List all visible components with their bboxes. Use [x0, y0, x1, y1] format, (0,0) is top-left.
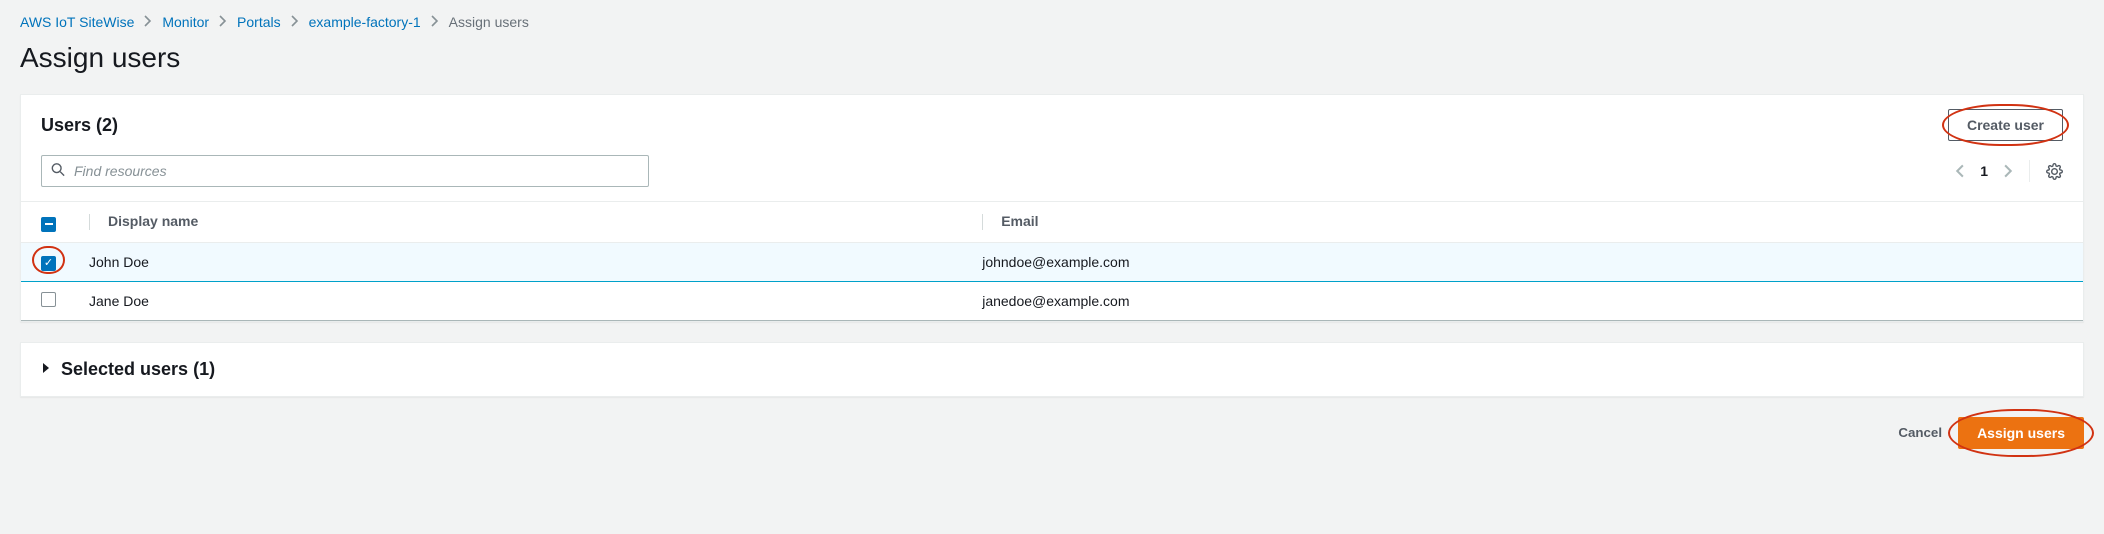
table-row[interactable]: ✓ John Doe johndoe@example.com [21, 242, 2083, 281]
cell-email: johndoe@example.com [962, 242, 2083, 281]
breadcrumb-link-monitor[interactable]: Monitor [162, 14, 209, 30]
cell-email: janedoe@example.com [962, 281, 2083, 320]
chevron-right-icon [431, 14, 439, 30]
table-row[interactable]: Jane Doe janedoe@example.com [21, 281, 2083, 320]
next-page-button[interactable] [2004, 164, 2013, 178]
column-header-email[interactable]: Email [962, 202, 2083, 243]
breadcrumb-link-portal[interactable]: example-factory-1 [309, 14, 421, 30]
page-number: 1 [1980, 163, 1988, 179]
row-checkbox[interactable]: ✓ [41, 256, 56, 271]
cancel-button[interactable]: Cancel [1898, 425, 1942, 440]
gear-icon[interactable] [2046, 163, 2063, 180]
chevron-right-icon [219, 14, 227, 30]
cell-display-name: Jane Doe [69, 281, 962, 320]
select-all-checkbox[interactable] [41, 217, 56, 232]
page-title: Assign users [20, 42, 2084, 74]
assign-users-button[interactable]: Assign users [1958, 417, 2084, 449]
divider [2029, 160, 2030, 182]
chevron-right-icon [144, 14, 152, 30]
pagination: 1 [1955, 160, 2063, 182]
breadcrumb-link-portals[interactable]: Portals [237, 14, 281, 30]
cell-display-name: John Doe [69, 242, 962, 281]
actions-row: Cancel Assign users [20, 417, 2084, 449]
selected-users-title: Selected users (1) [61, 359, 215, 380]
search-input[interactable] [41, 155, 649, 187]
chevron-right-icon [291, 14, 299, 30]
caret-right-icon [41, 361, 51, 377]
users-panel: Users (2) Create user 1 [20, 94, 2084, 322]
selected-users-toggle[interactable]: Selected users (1) [21, 343, 2083, 396]
breadcrumb-current: Assign users [449, 14, 529, 30]
breadcrumb-link-sitewise[interactable]: AWS IoT SiteWise [20, 14, 134, 30]
row-checkbox[interactable] [41, 292, 56, 307]
breadcrumb: AWS IoT SiteWise Monitor Portals example… [20, 14, 2084, 30]
column-header-display-name[interactable]: Display name [69, 202, 962, 243]
selected-users-panel: Selected users (1) [20, 342, 2084, 397]
users-panel-title: Users (2) [41, 115, 118, 136]
users-table: Display name Email ✓ John Doe johndoe@ex… [21, 201, 2083, 321]
search-wrap [41, 155, 649, 187]
prev-page-button[interactable] [1955, 164, 1964, 178]
create-user-button[interactable]: Create user [1948, 109, 2063, 141]
search-icon [51, 163, 65, 180]
